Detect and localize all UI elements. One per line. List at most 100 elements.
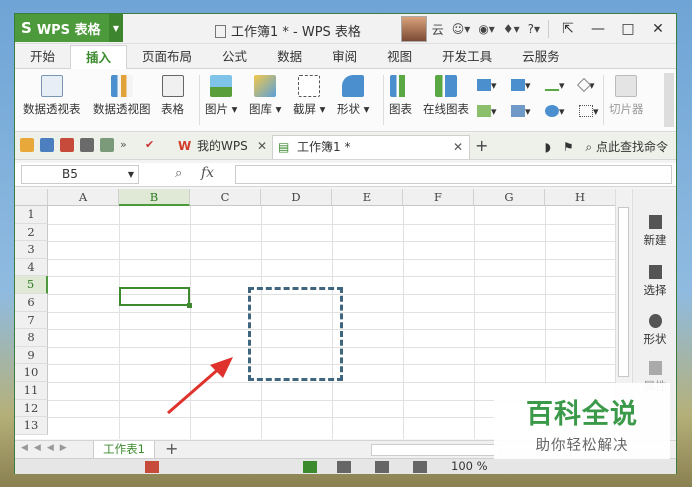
horizontal-scrollbar[interactable]: [371, 444, 501, 456]
side-select-button[interactable]: 选择: [633, 265, 677, 298]
macro-record-icon[interactable]: [145, 461, 159, 473]
print-icon[interactable]: [80, 138, 94, 152]
doc-recover-icon[interactable]: ◗: [545, 140, 551, 154]
minimize-button[interactable]: —: [584, 21, 612, 37]
app-menu-button[interactable]: S WPS 表格 ▼: [15, 14, 123, 42]
pie-chart-button[interactable]: ▾: [545, 103, 573, 119]
help-icon[interactable]: ?▾: [525, 22, 543, 36]
slicer-button[interactable]: 切片器: [609, 75, 644, 117]
column-header[interactable]: F: [403, 189, 474, 206]
tab-insert[interactable]: 插入: [70, 45, 128, 70]
tab-developer[interactable]: 开发工具: [427, 45, 507, 68]
grid-line: [48, 241, 615, 243]
tab-review[interactable]: 审阅: [317, 45, 372, 68]
side-new-button[interactable]: 新建: [633, 215, 677, 248]
page-break-view-icon[interactable]: [337, 461, 351, 473]
row-header[interactable]: 12: [15, 399, 48, 418]
tab-workbook1[interactable]: ▤ 工作簿1 * ✕: [272, 135, 470, 159]
print-preview-icon[interactable]: [100, 138, 114, 152]
maximize-button[interactable]: □: [614, 21, 642, 37]
open-folder-icon[interactable]: [20, 138, 34, 152]
area-chart-button[interactable]: ▾: [477, 103, 505, 119]
close-icon[interactable]: ✕: [453, 136, 463, 158]
column-header[interactable]: D: [261, 189, 332, 206]
pin-icon[interactable]: ✔: [145, 138, 159, 152]
chart-button[interactable]: 图表: [389, 75, 412, 117]
scroll-thumb[interactable]: [618, 207, 629, 377]
side-shapes-button[interactable]: 形状: [633, 314, 677, 347]
pivot-chart-button[interactable]: 数据透视图: [93, 75, 151, 117]
tab-my-wps[interactable]: W 我的WPS ✕: [173, 135, 273, 159]
zoom-search-icon[interactable]: ⌕: [175, 166, 182, 181]
restore-toolbar-icon[interactable]: ⇱: [554, 21, 582, 37]
tab-formulas[interactable]: 公式: [207, 45, 262, 68]
row-header[interactable]: 8: [15, 329, 48, 347]
sync-icon[interactable]: ◉▾: [475, 22, 498, 36]
more-icon[interactable]: »: [120, 138, 134, 152]
ribbon-scroll[interactable]: [664, 73, 674, 127]
line-chart-button[interactable]: ▾: [545, 77, 573, 93]
close-icon[interactable]: ✕: [257, 135, 267, 157]
gallery-button[interactable]: 图库 ▾: [249, 75, 281, 117]
sheet-nav-arrows-icon[interactable]: ◀◀◀▶: [21, 443, 73, 453]
tab-data[interactable]: 数据: [262, 45, 317, 68]
formula-input[interactable]: [235, 165, 672, 184]
column-header[interactable]: A: [48, 189, 119, 206]
screenshot-button[interactable]: 截屏 ▾: [293, 75, 325, 117]
add-sheet-plus-icon[interactable]: +: [165, 439, 178, 458]
select-all-corner[interactable]: [15, 189, 48, 206]
column-header[interactable]: H: [545, 189, 615, 206]
shapes-button[interactable]: 形状 ▾: [337, 75, 369, 117]
name-box[interactable]: B5 ▼: [21, 165, 139, 184]
row-header[interactable]: 3: [15, 241, 48, 259]
row-header[interactable]: 10: [15, 364, 48, 382]
command-search[interactable]: ◗ ⚑ ⌕ 点此查找命令: [545, 138, 668, 155]
export-pdf-icon[interactable]: [60, 138, 74, 152]
row-header[interactable]: 2: [15, 223, 48, 242]
chevron-down-icon[interactable]: ▼: [128, 166, 134, 183]
shapes-icon: [648, 314, 662, 328]
tab-home[interactable]: 开始: [15, 45, 70, 68]
column-header[interactable]: E: [332, 189, 403, 206]
tab-view[interactable]: 视图: [372, 45, 427, 68]
table-icon: [161, 75, 184, 97]
new-tab-plus-icon[interactable]: +: [475, 136, 488, 155]
row-header[interactable]: 4: [15, 258, 48, 277]
app-menu-dropdown-icon[interactable]: ▼: [109, 14, 123, 42]
row-header[interactable]: 9: [15, 346, 48, 365]
column-header[interactable]: C: [190, 189, 261, 206]
bar-chart-button[interactable]: ▾: [511, 77, 539, 93]
table-button[interactable]: 表格: [161, 75, 184, 117]
column-header[interactable]: G: [474, 189, 545, 206]
skin-icon[interactable]: ♦▾: [500, 22, 523, 36]
row-header[interactable]: 6: [15, 294, 48, 312]
pivot-table-button[interactable]: 数据透视表: [23, 75, 81, 117]
online-chart-button[interactable]: 在线图表: [423, 75, 469, 117]
tab-cloud[interactable]: 云服务: [507, 45, 575, 68]
row-header[interactable]: 13: [15, 417, 48, 435]
row-header[interactable]: 5: [15, 276, 48, 294]
tab-page-layout[interactable]: 页面布局: [127, 45, 207, 68]
avatar[interactable]: [400, 16, 427, 42]
column-chart-button[interactable]: ▾: [477, 77, 505, 93]
picture-button[interactable]: 图片 ▾: [205, 75, 237, 117]
reading-mode-icon[interactable]: [375, 461, 389, 473]
save-icon[interactable]: [40, 138, 54, 152]
flag-icon[interactable]: ⚑: [563, 140, 574, 154]
user-status-icon[interactable]: ☺▾: [449, 22, 474, 36]
fx-icon[interactable]: fx: [201, 165, 214, 181]
row-header[interactable]: 1: [15, 206, 48, 224]
user-name[interactable]: 云: [429, 21, 447, 38]
watermark-subtitle: 助你轻松解决: [535, 438, 629, 454]
row-header[interactable]: 7: [15, 311, 48, 330]
zoom-level[interactable]: 100 %: [451, 459, 488, 474]
eye-protection-icon[interactable]: [413, 461, 427, 473]
normal-view-icon[interactable]: [303, 461, 317, 473]
selected-cell-b5[interactable]: [119, 287, 192, 308]
stock-chart-button[interactable]: ▾: [511, 103, 539, 119]
chart-type-row-2: ▾ ▾ ▾ ▾: [477, 103, 607, 119]
row-header[interactable]: 11: [15, 382, 48, 400]
column-header[interactable]: B: [119, 189, 190, 206]
sheet-tab[interactable]: 工作表1: [93, 441, 155, 459]
close-button[interactable]: ✕: [644, 21, 672, 37]
